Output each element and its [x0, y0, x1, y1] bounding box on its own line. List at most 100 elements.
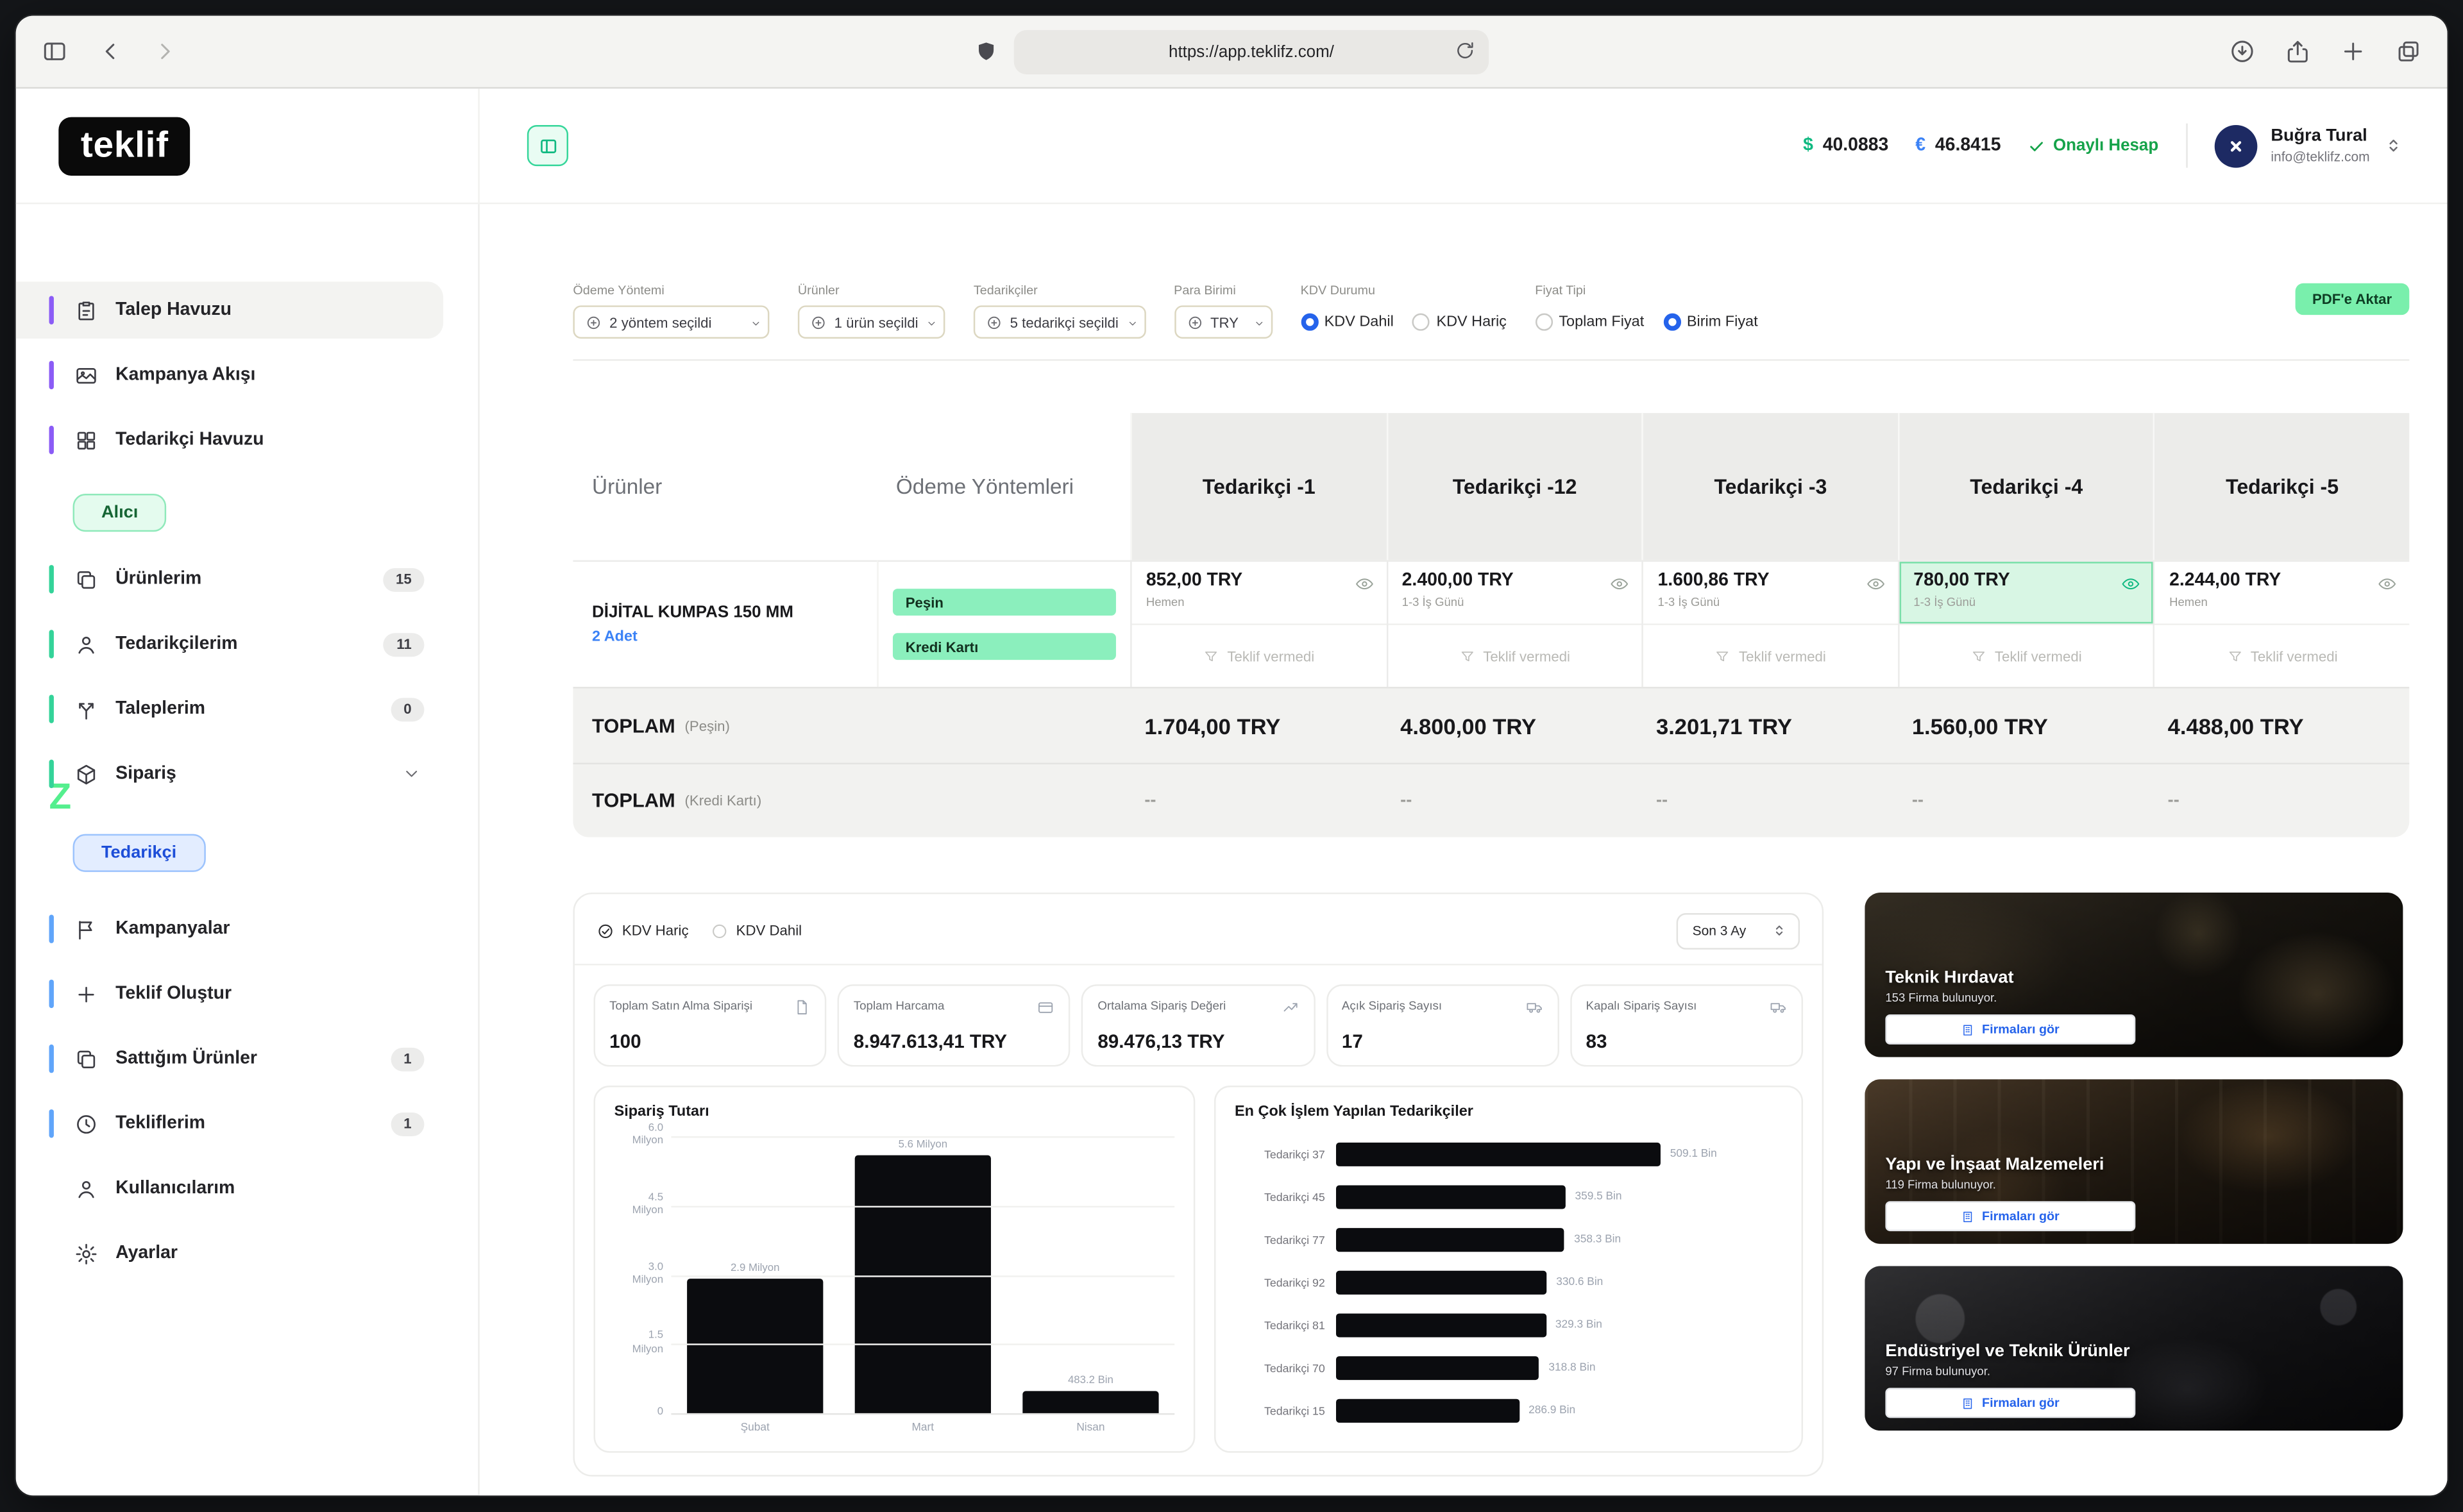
address-bar[interactable]: https://app.teklifz.com/ [1014, 29, 1489, 74]
stats-kdv-dahil-option[interactable]: KDV Dahil [711, 922, 802, 939]
total-value: -- [1642, 764, 1898, 837]
sidebar-item-talep-havuzu[interactable]: Talep Havuzu [16, 281, 443, 339]
user-icon [74, 1177, 98, 1200]
reload-icon[interactable] [1454, 38, 1477, 61]
supplier-bar [1336, 1228, 1564, 1252]
total-value: 1.560,00 TRY [1898, 689, 2154, 764]
tab-overview-icon[interactable] [2395, 38, 2422, 65]
building-icon [1961, 1210, 1974, 1223]
no-offer-icon [1715, 648, 1731, 664]
supplier-section-badge[interactable]: Tedarikçi [73, 834, 205, 872]
sidebar-item-tedarikci-havuzu[interactable]: Tedarikçi Havuzu [16, 412, 443, 469]
sidebar-item-teklif-olustur[interactable]: Teklif Oluştur [16, 965, 443, 1022]
promo-column: Teknik Hırdavat 153 Firma bulunuyor. Fir… [1865, 893, 2403, 1431]
x-axis-label: Şubat [687, 1423, 823, 1434]
total-value: -- [2153, 764, 2409, 837]
circle-plus-icon [1187, 314, 1203, 330]
view-companies-button[interactable]: Firmaları gör [1885, 1388, 2135, 1418]
offer-price: 852,00 TRY [1146, 571, 1372, 591]
no-offer-row: Teklif vermedi [1387, 623, 1641, 687]
supplier-bar [1336, 1271, 1546, 1295]
period-select[interactable]: Son 3 Ay [1677, 912, 1800, 949]
eye-icon[interactable] [1355, 575, 1374, 594]
view-companies-button[interactable]: Firmaları gör [1885, 1014, 2135, 1045]
share-icon[interactable] [2284, 38, 2311, 65]
eye-icon[interactable] [1610, 575, 1629, 594]
supplier-column-header: Tedarikçi -5 [2153, 413, 2409, 560]
no-offer-row: Teklif vermedi [1132, 623, 1386, 687]
radio-kdv-dahil[interactable]: KDV Dahil [1301, 314, 1394, 331]
promo-card-endustriyel: Endüstriyel ve Teknik Ürünler 97 Firma b… [1865, 1266, 2403, 1431]
payment-method-select[interactable]: 2 yöntem seçildi [573, 305, 769, 339]
radio-dot [1535, 314, 1552, 331]
view-companies-button[interactable]: Firmaları gör [1885, 1201, 2135, 1231]
product-name: DİJİTAL KUMPAS 150 MM [592, 603, 858, 622]
copy-box-icon [74, 567, 98, 591]
browser-sidebar-toggle-icon[interactable] [41, 38, 68, 65]
sidebar-item-sattigim-urunler[interactable]: Sattığım Ürünler 1 [16, 1030, 443, 1088]
top-supplier-row: Tedarikçi 37509.1 Bin [1235, 1133, 1782, 1176]
offer-price: 2.244,00 TRY [2169, 571, 2395, 591]
circle-plus-icon [986, 314, 1003, 330]
usd-rate: $ 40.0883 [1803, 136, 1888, 155]
sidebar-item-ayarlar[interactable]: Ayarlar [16, 1225, 443, 1282]
grid-icon [74, 428, 98, 452]
downloads-icon[interactable] [2229, 38, 2256, 65]
count-badge: 15 [383, 567, 424, 591]
export-pdf-button[interactable]: PDF'e Aktar [2295, 283, 2410, 315]
truck-icon [1526, 998, 1543, 1016]
back-icon[interactable] [97, 38, 124, 65]
clock-icon [74, 1112, 98, 1136]
stat-card-closed-orders: Kapalı Sipariş Sayısı 83 [1570, 984, 1803, 1066]
eur-symbol: € [1915, 136, 1926, 155]
buyer-section-badge[interactable]: Alıcı [73, 494, 167, 532]
offer-delivery: Hemen [2169, 594, 2395, 609]
panel-layout-icon [537, 135, 558, 156]
supplier-bar [1336, 1399, 1519, 1423]
privacy-shield-icon[interactable] [974, 40, 998, 63]
eye-icon[interactable] [2378, 575, 2397, 594]
sidebar-item-urunlerim[interactable]: Ürünlerim 15 [16, 551, 443, 608]
top-supplier-row: Tedarikçi 70318.8 Bin [1235, 1347, 1782, 1390]
products-select[interactable]: 1 ürün seçildi [798, 305, 945, 339]
plus-icon [74, 982, 98, 1005]
filter-label: Para Birimi [1174, 283, 1272, 298]
supplier-bar [1336, 1143, 1661, 1166]
sidebar-item-kullanicilarim[interactable]: Kullanıcılarım [16, 1160, 443, 1217]
suppliers-select[interactable]: 5 tedarikçi seçildi [974, 305, 1146, 339]
radio-kdv-haric[interactable]: KDV Hariç [1412, 314, 1506, 331]
accent-bar [49, 915, 54, 943]
eye-icon[interactable] [1866, 575, 1885, 594]
sidebar-item-kampanya-akisi[interactable]: Kampanya Akışı [16, 346, 443, 403]
avatar [2214, 124, 2257, 167]
flag-icon [74, 917, 98, 941]
forward-icon[interactable] [152, 38, 179, 65]
sidebar-item-siparis[interactable]: Sipariş [16, 745, 443, 802]
filter-bar: Ödeme Yöntemi 2 yöntem seçildi Ürünler 1… [573, 283, 2409, 339]
brand-logo[interactable]: teklifZ [58, 116, 190, 174]
product-qty-link[interactable]: 2 Adet [592, 628, 858, 646]
truck-icon [1770, 998, 1787, 1016]
eye-icon[interactable] [2122, 575, 2141, 594]
account-menu[interactable]: Buğra Tural info@teklifz.com [2214, 124, 2403, 167]
no-offer-row: Teklif vermedi [1899, 623, 2153, 687]
top-suppliers-rows: Tedarikçi 37509.1 BinTedarikçi 45359.5 B… [1235, 1133, 1782, 1432]
currency-select[interactable]: TRY [1174, 305, 1272, 339]
offer-cell: 852,00 TRY Hemen Teklif vermedi [1130, 560, 1386, 687]
radio-toplam-fiyat[interactable]: Toplam Fiyat [1535, 314, 1644, 331]
new-tab-icon[interactable] [2340, 38, 2367, 65]
sidebar-item-kampanyalar[interactable]: Kampanyalar [16, 900, 443, 957]
order-amount-plot: 2.9 Milyon5.6 Milyon483.2 Bin [671, 1136, 1174, 1415]
check-circle-icon [597, 922, 614, 939]
y-axis-label: 1.5 Milyon [632, 1331, 663, 1357]
accent-bar [49, 1109, 54, 1138]
collapse-sidebar-button[interactable] [527, 125, 568, 166]
sidebar-item-tekliflerim[interactable]: Tekliflerim 1 [16, 1095, 443, 1152]
sidebar-item-tedarikcilerim[interactable]: Tedarikçilerim 11 [16, 616, 443, 673]
offer-delivery: 1-3 İş Günü [1657, 594, 1883, 609]
radio-birim-fiyat[interactable]: Birim Fiyat [1663, 314, 1758, 331]
sidebar-item-taleplerim[interactable]: Taleplerim 0 [16, 680, 443, 737]
x-axis-label: Nisan [1022, 1423, 1158, 1434]
stats-kdv-haric-option[interactable]: KDV Hariç [597, 922, 688, 939]
filter-label: Fiyat Tipi [1535, 283, 1757, 298]
